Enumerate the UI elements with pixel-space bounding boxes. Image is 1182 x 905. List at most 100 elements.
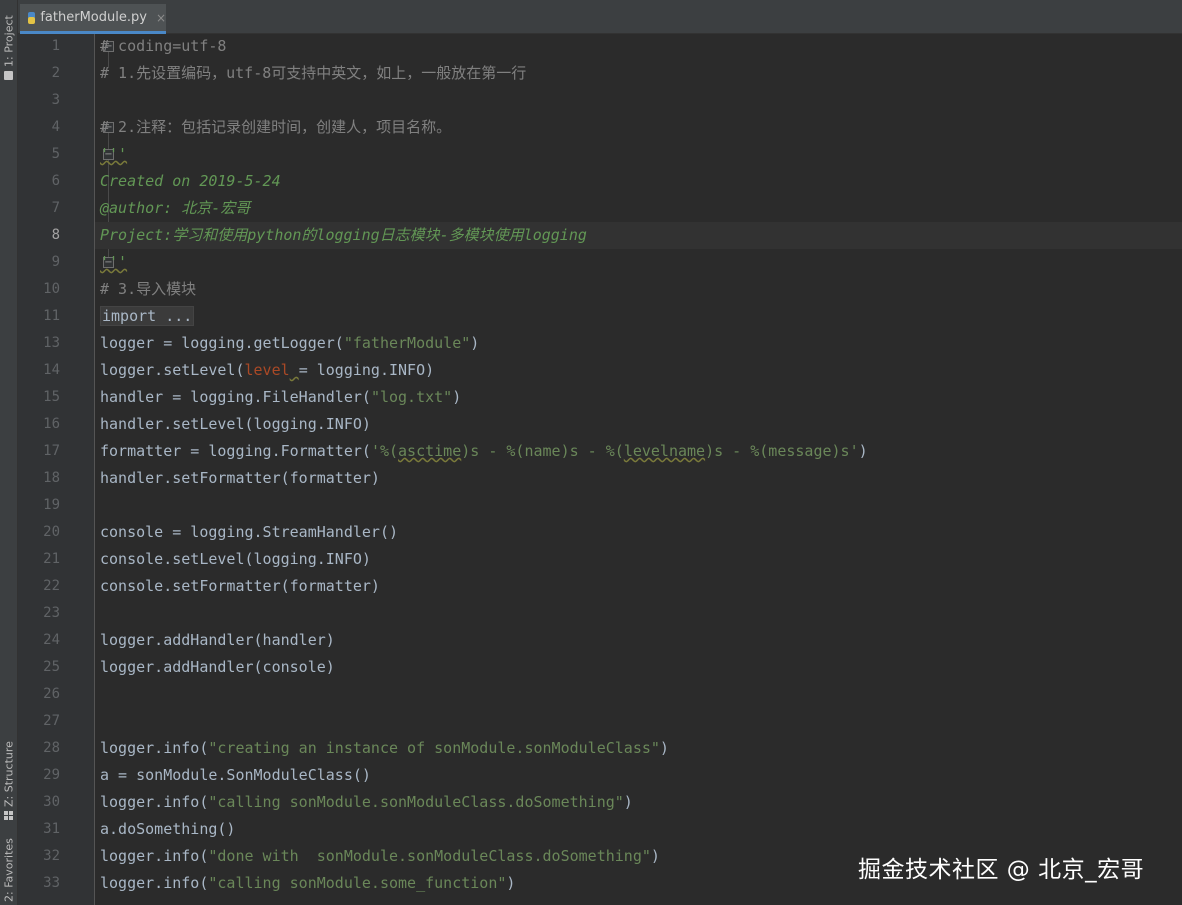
code-editor[interactable]: # coding=utf-8 # 1.先设置编码，utf-8可支持中英文，如上，一…: [95, 34, 1182, 905]
code-token: logger.setLevel(: [100, 361, 245, 379]
line-number: 26: [43, 686, 60, 702]
code-line[interactable]: formatter = logging.Formatter('%(asctime…: [95, 438, 1182, 465]
code-line[interactable]: import ...: [95, 303, 1182, 330]
code-line[interactable]: [95, 87, 1182, 114]
code-line[interactable]: # 2.注释：包括记录创建时间，创建人，项目名称。: [95, 114, 1182, 141]
code-token: console.setLevel(logging.INFO): [100, 550, 371, 568]
code-line[interactable]: handler = logging.FileHandler("log.txt"): [95, 384, 1182, 411]
code-token: logger.info(: [100, 793, 209, 811]
line-number: 10: [43, 281, 60, 297]
code-line[interactable]: handler.setFormatter(formatter): [95, 465, 1182, 492]
line-number: 15: [43, 389, 60, 405]
code-text: # 3.导入模块: [100, 276, 196, 303]
code-token: ): [506, 874, 516, 892]
code-line[interactable]: handler.setLevel(logging.INFO): [95, 411, 1182, 438]
code-text: console.setFormatter(formatter): [100, 573, 380, 600]
code-line[interactable]: # 1.先设置编码，utf-8可支持中英文，如上，一般放在第一行: [95, 60, 1182, 87]
editor-tab-fathermodule[interactable]: fatherModule.py ×: [20, 4, 166, 34]
code-line[interactable]: Created on 2019-5-24: [95, 168, 1182, 195]
code-line[interactable]: [95, 681, 1182, 708]
code-line[interactable]: a.doSomething(): [95, 816, 1182, 843]
code-token: ): [452, 388, 462, 406]
code-line[interactable]: [95, 708, 1182, 735]
line-number: 29: [43, 767, 60, 783]
code-token: = logging.INFO): [298, 361, 435, 379]
code-text: handler = logging.FileHandler("log.txt"): [100, 384, 461, 411]
code-line[interactable]: logger.info("calling sonModule.sonModule…: [95, 789, 1182, 816]
code-text: console = logging.StreamHandler(): [100, 519, 398, 546]
line-number: 25: [43, 659, 60, 675]
code-token: logger.info(: [100, 739, 209, 757]
line-number: 14: [43, 362, 60, 378]
code-token: asctime: [398, 442, 462, 460]
close-icon[interactable]: ×: [156, 11, 166, 25]
code-line[interactable]: Project:学习和使用python的logging日志模块-多模块使用log…: [95, 222, 1182, 249]
line-number: 2: [51, 65, 60, 81]
line-number: 18: [43, 470, 60, 486]
project-tool-tab[interactable]: 1: Project: [1, 10, 17, 80]
code-line[interactable]: [95, 600, 1182, 627]
editor-tab-bar: fatherModule.py ×: [18, 0, 1182, 34]
line-number: 17: [43, 443, 60, 459]
code-text: logger.info("calling sonModule.sonModule…: [100, 789, 633, 816]
code-token: '%(: [370, 442, 399, 460]
code-line[interactable]: [95, 492, 1182, 519]
code-line[interactable]: ''': [95, 249, 1182, 276]
code-line[interactable]: @author: 北京-宏哥: [95, 195, 1182, 222]
code-line[interactable]: logger.info("creating an instance of son…: [95, 735, 1182, 762]
code-token: handler.setLevel(logging.INFO): [100, 415, 371, 433]
left-tool-strip: 1: Project Z: Structure 2: Favorites: [0, 0, 18, 905]
code-line[interactable]: ''': [95, 141, 1182, 168]
code-token: level: [244, 361, 290, 379]
code-token: formatter = logging.Formatter(: [100, 442, 371, 460]
code-line[interactable]: a = sonModule.SonModuleClass(): [95, 762, 1182, 789]
favorites-tool-label: 2: Favorites: [2, 838, 16, 902]
structure-icon: [4, 811, 14, 820]
code-line[interactable]: # coding=utf-8: [95, 33, 1182, 60]
code-text: logger.info("creating an instance of son…: [100, 735, 669, 762]
code-token: ''': [100, 145, 128, 163]
code-line[interactable]: console = logging.StreamHandler(): [95, 519, 1182, 546]
code-token: logger.info(: [100, 874, 209, 892]
code-token: "fatherModule": [343, 334, 471, 352]
code-token: ): [623, 793, 633, 811]
code-token: )s - %(message)s': [705, 442, 859, 460]
line-number: 19: [43, 497, 60, 513]
code-text: ''': [100, 141, 127, 168]
code-token: # 2.注释：包括记录创建时间，创建人，项目名称。: [100, 118, 452, 136]
line-number: 16: [43, 416, 60, 432]
code-token: console.setFormatter(formatter): [100, 577, 380, 595]
code-token: handler = logging.FileHandler(: [100, 388, 371, 406]
editor-tab-label: fatherModule.py: [40, 10, 147, 25]
code-line[interactable]: console.setFormatter(formatter): [95, 573, 1182, 600]
code-token: # 3.导入模块: [100, 280, 197, 298]
line-number: 4: [51, 119, 60, 135]
code-token: Created on 2019-5-24: [100, 172, 281, 190]
line-number: 13: [43, 335, 60, 351]
code-token: ): [659, 739, 669, 757]
code-line[interactable]: logger = logging.getLogger("fatherModule…: [95, 330, 1182, 357]
line-number: 9: [51, 254, 60, 270]
code-text: a = sonModule.SonModuleClass(): [100, 762, 371, 789]
code-text: handler.setLevel(logging.INFO): [100, 411, 371, 438]
structure-tool-tab[interactable]: Z: Structure: [1, 738, 17, 820]
code-line[interactable]: logger.setLevel(level = logging.INFO): [95, 357, 1182, 384]
line-number: 31: [43, 821, 60, 837]
line-number: 24: [43, 632, 60, 648]
favorites-tool-tab[interactable]: 2: Favorites: [1, 836, 17, 902]
code-text: # coding=utf-8: [100, 33, 226, 60]
code-line[interactable]: console.setLevel(logging.INFO): [95, 546, 1182, 573]
code-token: "calling sonModule.sonModuleClass.doSome…: [208, 793, 624, 811]
code-line[interactable]: logger.addHandler(console): [95, 654, 1182, 681]
code-token: logger = logging.getLogger(: [100, 334, 344, 352]
code-token: # 1.先设置编码，utf-8可支持中英文，如上，一般放在第一行: [100, 64, 527, 82]
code-token: a.doSomething(): [100, 820, 236, 838]
code-line[interactable]: logger.addHandler(handler): [95, 627, 1182, 654]
watermark: 掘金技术社区 @ 北京_宏哥: [858, 857, 1145, 883]
code-text: # 2.注释：包括记录创建时间，创建人，项目名称。: [100, 114, 451, 141]
code-token: ): [858, 442, 868, 460]
code-line[interactable]: # 3.导入模块: [95, 276, 1182, 303]
code-token: "calling sonModule.some_function": [208, 874, 507, 892]
line-number-gutter: 1 2 3 4 5 6 7 8 9 10 11 13 14 15 16 17 18 19 20 21 22 23 24 25 2…: [18, 34, 114, 905]
